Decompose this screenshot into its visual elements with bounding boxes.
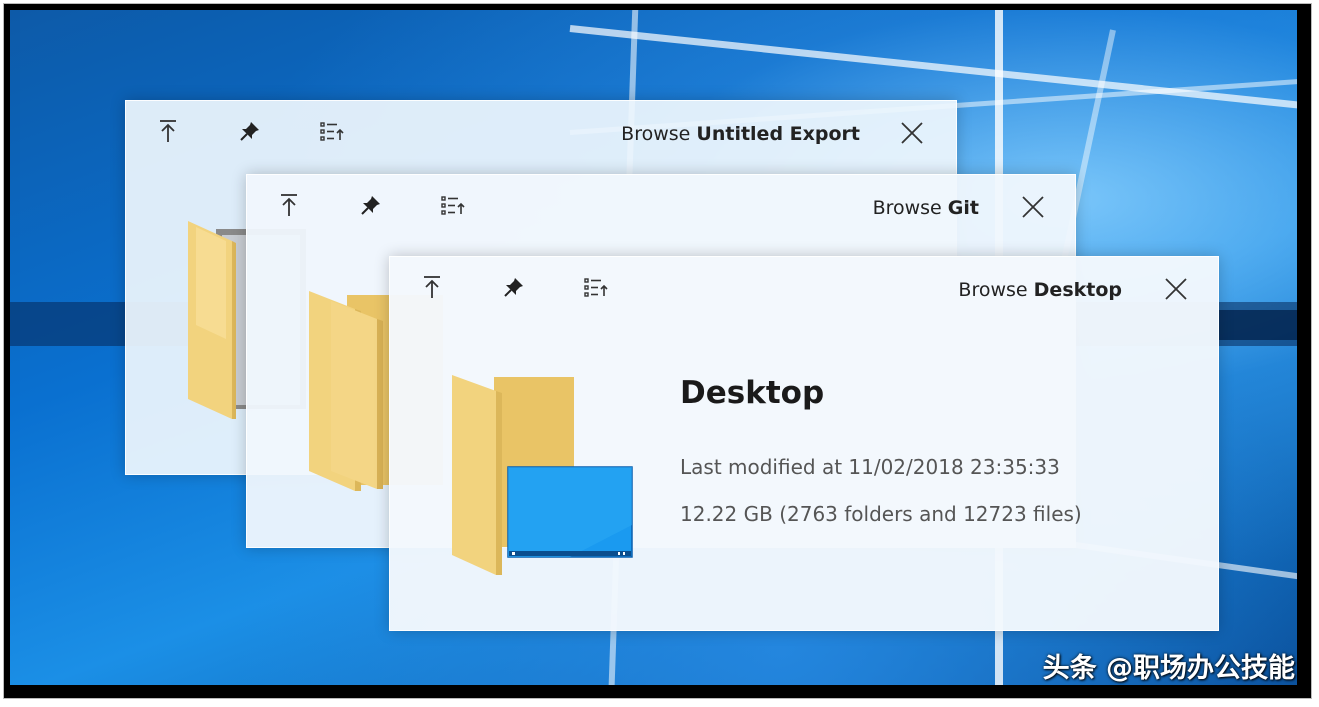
sort-list-icon[interactable] (582, 273, 610, 301)
window-title-prefix: Browse (872, 197, 942, 219)
window-title-name: Desktop (1033, 279, 1122, 301)
window-title: Browse Untitled Export (621, 121, 860, 147)
last-modified-text: Last modified at 11/02/2018 23:35:33 (680, 455, 1060, 479)
arrow-up-icon[interactable] (154, 117, 182, 145)
window-title-prefix: Browse (958, 279, 1028, 301)
arrow-up-icon[interactable] (275, 191, 303, 219)
window-title-prefix: Browse (621, 123, 691, 145)
window-title-name: Untitled Export (696, 123, 860, 145)
window-title: Browse Desktop (958, 277, 1122, 303)
browse-window-desktop[interactable]: Browse Desktop Desktop Last modified at … (389, 256, 1219, 631)
pin-icon[interactable] (236, 117, 264, 145)
close-icon[interactable] (898, 119, 926, 147)
size-summary-text: 12.22 GB (2763 folders and 12723 files) (680, 502, 1082, 526)
close-icon[interactable] (1019, 193, 1047, 221)
wallpaper-band-dark (1210, 310, 1297, 340)
pin-icon[interactable] (500, 273, 528, 301)
sort-list-icon[interactable] (318, 117, 346, 145)
window-title-name: Git (947, 197, 979, 219)
arrow-up-icon[interactable] (418, 273, 446, 301)
pin-icon[interactable] (357, 191, 385, 219)
desktop-folder-icon (450, 375, 640, 584)
item-name: Desktop (680, 375, 825, 411)
watermark-text: 头条 @职场办公技能 (1042, 653, 1295, 684)
close-icon[interactable] (1162, 275, 1190, 303)
window-title: Browse Git (873, 195, 979, 221)
wallpaper-light-beam (569, 25, 1297, 112)
sort-list-icon[interactable] (439, 191, 467, 219)
